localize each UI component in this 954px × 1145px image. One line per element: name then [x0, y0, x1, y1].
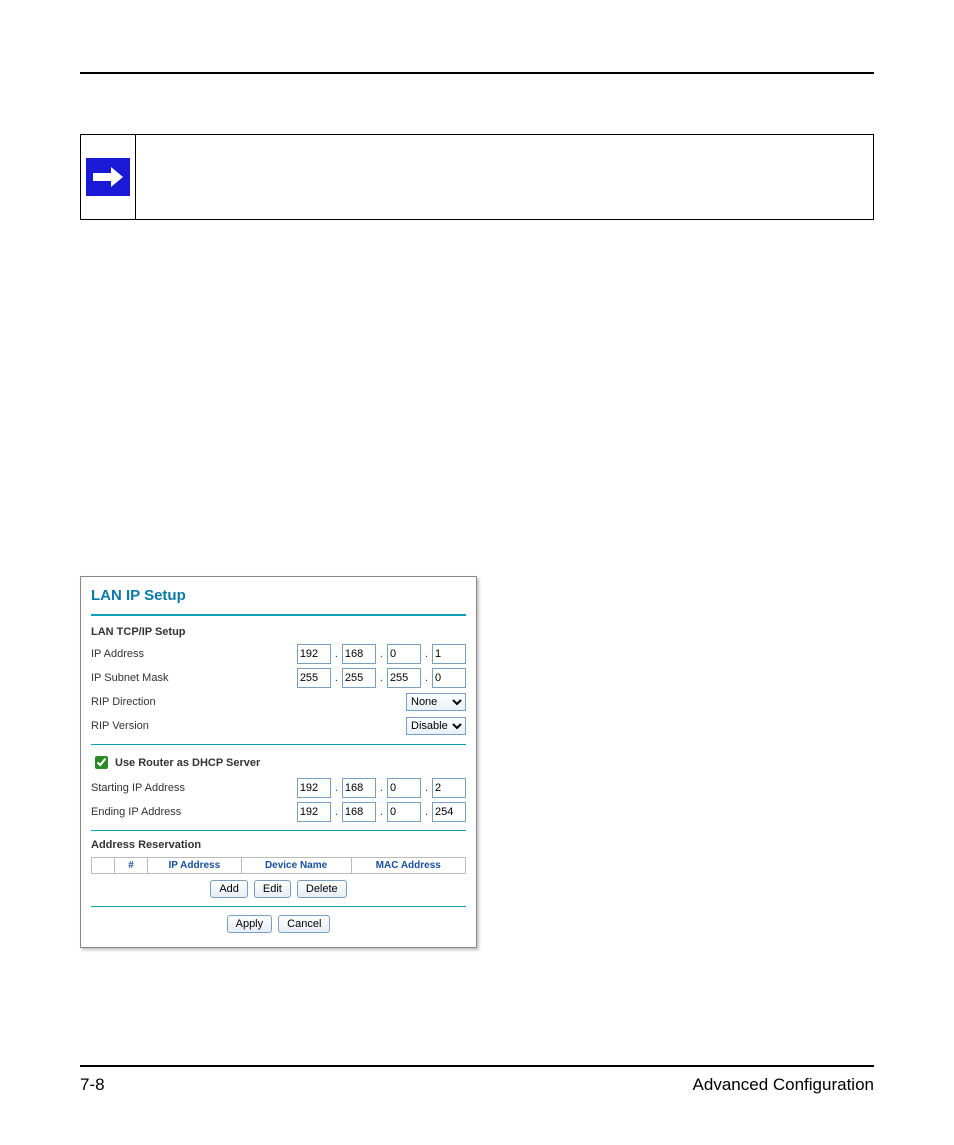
rip-version-row: RIP Version Disable [91, 716, 466, 736]
cancel-button[interactable]: Cancel [278, 915, 330, 933]
ip-octet-1[interactable] [297, 644, 331, 664]
subnet-mask-row: IP Subnet Mask . . . [91, 668, 466, 688]
reservation-col-device: Device Name [241, 858, 351, 874]
start-octet-4[interactable] [432, 778, 466, 798]
end-octet-3[interactable] [387, 802, 421, 822]
divider [91, 906, 466, 907]
rip-version-select[interactable]: Disable [406, 717, 466, 735]
start-octet-3[interactable] [387, 778, 421, 798]
rip-direction-row: RIP Direction None [91, 692, 466, 712]
tcpip-heading: LAN TCP/IP Setup [91, 626, 466, 638]
end-octet-2[interactable] [342, 802, 376, 822]
reservation-col-mac: MAC Address [351, 858, 465, 874]
subnet-mask-label: IP Subnet Mask [91, 672, 168, 684]
dhcp-checkbox-row: Use Router as DHCP Server [91, 753, 466, 772]
dhcp-checkbox[interactable] [95, 756, 108, 769]
starting-ip-row: Starting IP Address . . . [91, 778, 466, 798]
dhcp-checkbox-label: Use Router as DHCP Server [115, 757, 260, 769]
mask-octet-4[interactable] [432, 668, 466, 688]
mask-octet-1[interactable] [297, 668, 331, 688]
starting-ip-group: . . . [297, 778, 466, 798]
top-rule [80, 72, 874, 74]
page-number: 7-8 [80, 1075, 105, 1095]
divider [91, 830, 466, 831]
panel-title: LAN IP Setup [91, 587, 466, 604]
ip-address-row: IP Address . . . [91, 644, 466, 664]
ip-address-group: . . . [297, 644, 466, 664]
ip-octet-3[interactable] [387, 644, 421, 664]
divider [91, 614, 466, 616]
page-footer: 7-8 Advanced Configuration [80, 1075, 874, 1095]
ending-ip-label: Ending IP Address [91, 806, 181, 818]
end-octet-4[interactable] [432, 802, 466, 822]
subnet-mask-group: . . . [297, 668, 466, 688]
ip-address-label: IP Address [91, 648, 144, 660]
section-title: Advanced Configuration [693, 1075, 874, 1095]
arrow-right-icon [86, 158, 130, 196]
mask-octet-3[interactable] [387, 668, 421, 688]
reservation-col-num: # [115, 858, 148, 874]
ip-octet-4[interactable] [432, 644, 466, 664]
add-button[interactable]: Add [210, 880, 248, 898]
ip-octet-2[interactable] [342, 644, 376, 664]
delete-button[interactable]: Delete [297, 880, 347, 898]
reservation-table: # IP Address Device Name MAC Address [91, 857, 466, 874]
reservation-col-radio [92, 858, 115, 874]
start-octet-1[interactable] [297, 778, 331, 798]
starting-ip-label: Starting IP Address [91, 782, 185, 794]
start-octet-2[interactable] [342, 778, 376, 798]
rip-direction-select[interactable]: None [406, 693, 466, 711]
ending-ip-group: . . . [297, 802, 466, 822]
note-text [136, 135, 873, 219]
divider [91, 744, 466, 745]
apply-button[interactable]: Apply [227, 915, 273, 933]
action-buttons: Apply Cancel [91, 915, 466, 933]
rip-version-label: RIP Version [91, 720, 149, 732]
edit-button[interactable]: Edit [254, 880, 291, 898]
reservation-col-ip: IP Address [148, 858, 242, 874]
reservation-buttons: Add Edit Delete [91, 880, 466, 898]
note-icon-cell [81, 135, 136, 219]
ending-ip-row: Ending IP Address . . . [91, 802, 466, 822]
note-box [80, 134, 874, 220]
end-octet-1[interactable] [297, 802, 331, 822]
reservation-heading: Address Reservation [91, 839, 466, 851]
footer-rule [80, 1065, 874, 1067]
mask-octet-2[interactable] [342, 668, 376, 688]
rip-direction-label: RIP Direction [91, 696, 156, 708]
lan-ip-setup-panel: LAN IP Setup LAN TCP/IP Setup IP Address… [80, 576, 477, 948]
